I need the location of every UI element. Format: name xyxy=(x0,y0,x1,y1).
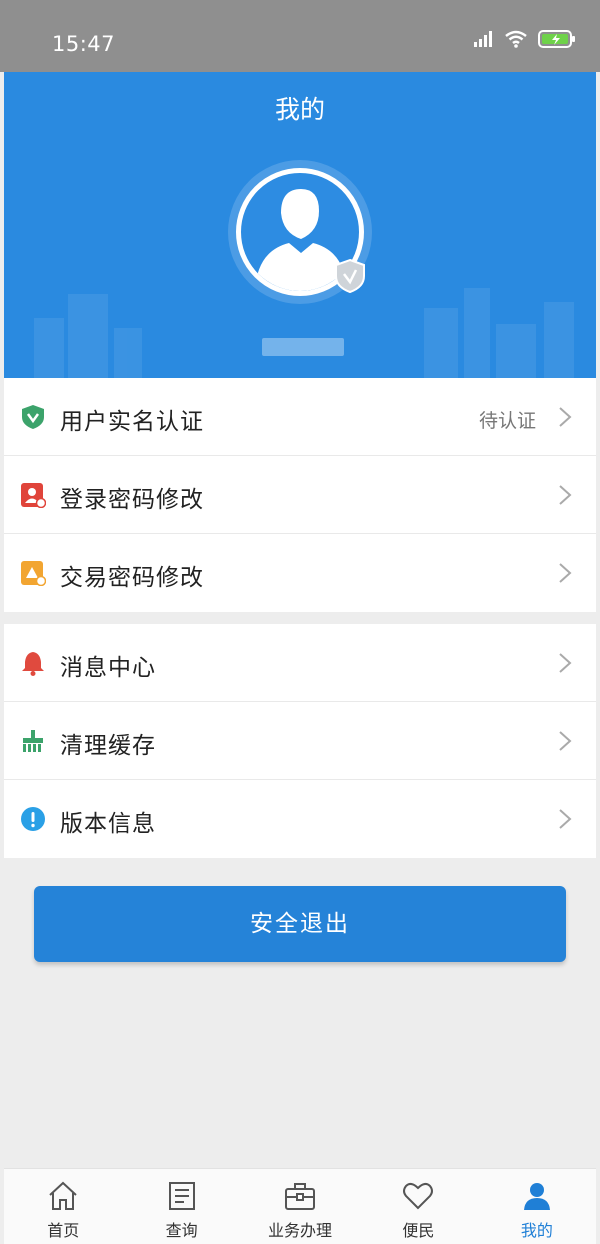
chevron-right-icon xyxy=(559,731,572,751)
shield-badge-icon xyxy=(335,258,365,294)
chevron-right-icon xyxy=(559,407,572,427)
tab-label: 业务办理 xyxy=(268,1221,333,1240)
account-menu-group: 用户实名认证 待认证 登录密码修改 交易密码修改 xyxy=(4,378,596,612)
bottom-tab-bar: 首页 查询 业务办理 便民 我的 xyxy=(4,1168,596,1244)
transaction-password-icon xyxy=(21,561,46,586)
menu-label: 清理缓存 xyxy=(60,733,156,759)
menu-label: 消息中心 xyxy=(60,655,156,681)
menu-item-transaction-password[interactable]: 交易密码修改 xyxy=(4,534,596,612)
tab-convenience[interactable]: 便民 xyxy=(359,1169,477,1244)
tab-label: 便民 xyxy=(402,1221,435,1240)
page-title: 我的 xyxy=(274,95,325,124)
tab-home[interactable]: 首页 xyxy=(4,1169,122,1244)
home-icon xyxy=(49,1181,77,1210)
chevron-right-icon xyxy=(559,485,572,505)
login-password-icon xyxy=(21,483,46,508)
menu-label: 用户实名认证 xyxy=(60,409,204,435)
general-menu-group: 消息中心 清理缓存 版本信息 xyxy=(4,624,596,858)
chevron-right-icon xyxy=(559,809,572,829)
battery-icon xyxy=(538,30,575,48)
tab-query[interactable]: 查询 xyxy=(122,1169,240,1244)
logout-button[interactable]: 安全退出 xyxy=(34,886,566,962)
menu-item-real-name-verification[interactable]: 用户实名认证 待认证 xyxy=(4,378,596,456)
briefcase-icon xyxy=(285,1183,316,1210)
menu-item-message-center[interactable]: 消息中心 xyxy=(4,624,596,702)
verification-status: 待认证 xyxy=(478,410,536,432)
tab-mine[interactable]: 我的 xyxy=(478,1169,596,1244)
menu-item-version-info[interactable]: 版本信息 xyxy=(4,780,596,858)
verified-shield-icon xyxy=(22,405,44,429)
tab-services[interactable]: 业务办理 xyxy=(241,1169,359,1244)
wifi-icon xyxy=(505,30,527,48)
status-bar: 15:47 xyxy=(0,0,600,72)
chevron-right-icon xyxy=(559,653,572,673)
bell-icon xyxy=(22,652,44,676)
info-icon xyxy=(21,807,45,831)
document-icon xyxy=(168,1182,195,1210)
user-icon xyxy=(523,1183,550,1210)
menu-item-clear-cache[interactable]: 清理缓存 xyxy=(4,702,596,780)
profile-header: 我的 xyxy=(4,72,596,378)
menu-item-login-password[interactable]: 登录密码修改 xyxy=(4,456,596,534)
tab-label: 查询 xyxy=(165,1221,198,1240)
menu-label: 版本信息 xyxy=(60,811,156,837)
menu-label: 交易密码修改 xyxy=(60,565,204,591)
username-placeholder xyxy=(262,338,344,356)
menu-label: 登录密码修改 xyxy=(60,487,204,513)
broom-icon xyxy=(23,730,43,752)
tab-label: 首页 xyxy=(47,1221,80,1240)
tab-label: 我的 xyxy=(520,1221,553,1240)
status-icons xyxy=(474,30,576,48)
status-time: 15:47 xyxy=(52,32,116,56)
chevron-right-icon xyxy=(559,563,572,583)
signal-icon xyxy=(474,31,492,47)
heart-icon xyxy=(403,1182,434,1210)
